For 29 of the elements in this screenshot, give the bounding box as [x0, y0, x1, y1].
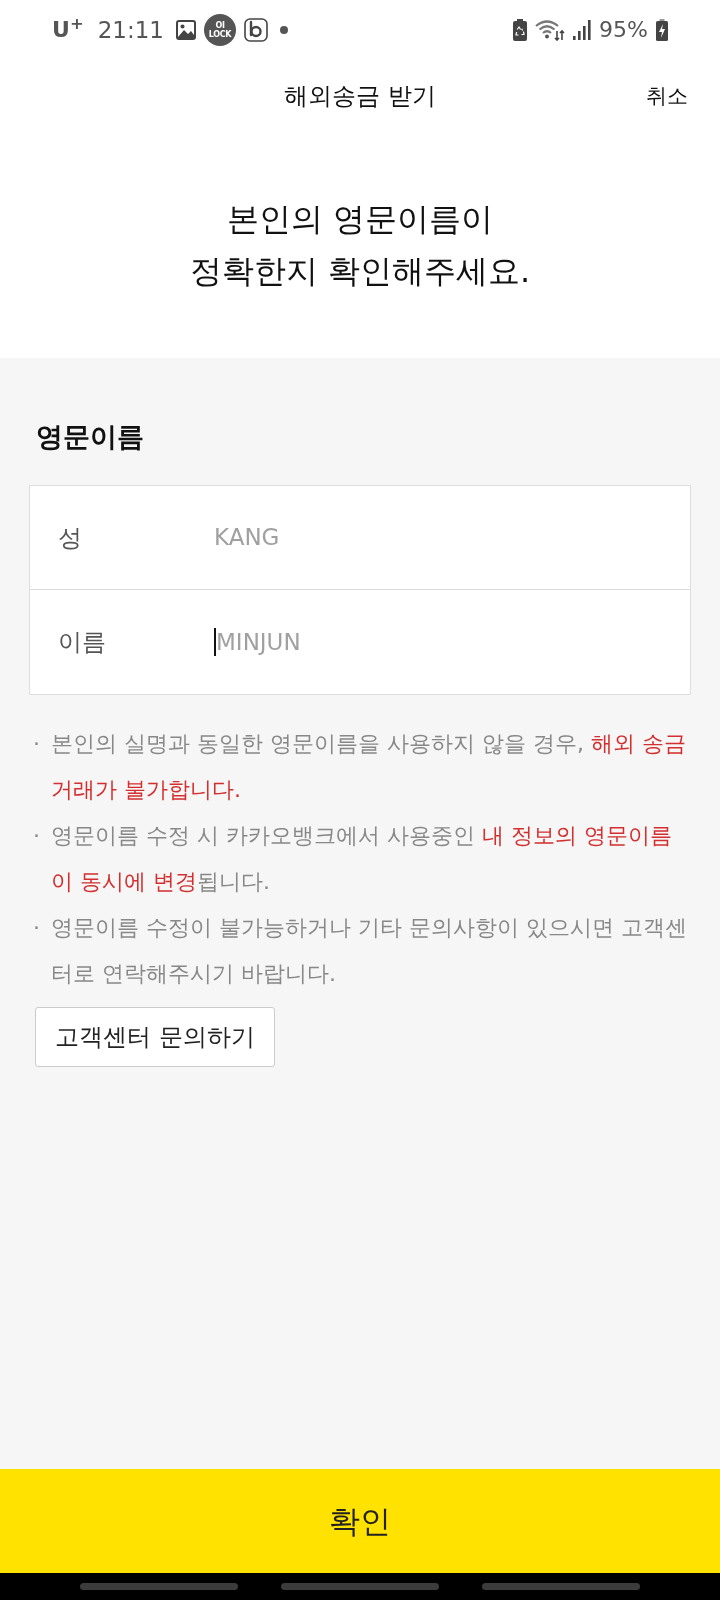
nav-handle-icon[interactable] — [281, 1583, 439, 1590]
cancel-button[interactable]: 취소 — [646, 81, 688, 111]
clock-text: 21:11 — [97, 18, 164, 42]
notification-dot-icon — [280, 26, 288, 34]
app-badge: OI LOCK — [204, 14, 236, 46]
notice-text: 영문이름 수정이 불가능하거나 기타 문의사항이 있으시면 고객센터로 연락해주시기 바랍니다. — [51, 914, 688, 988]
page-title: 해외송금 받기 — [284, 81, 436, 112]
field-label: 성 — [58, 522, 83, 554]
gallery-icon — [176, 20, 196, 40]
heading-text: 본인의 영문이름이 — [226, 199, 494, 240]
bullet-text: · — [32, 822, 41, 850]
nav-handle-icon[interactable] — [482, 1583, 640, 1590]
wifi-icon — [535, 19, 566, 41]
battery-charging-icon — [656, 19, 668, 41]
section-title: 영문이름 — [36, 420, 144, 454]
support-button[interactable]: 고객센터 문의하기 — [35, 1007, 275, 1067]
field-label: 이름 — [58, 627, 107, 658]
battery-percent-text: 95% — [599, 19, 648, 41]
notice-text: 영문이름 수정 시 카카오뱅크에서 사용중인 내 정보의 영문이름이 동시에 변경 됩니다. — [51, 822, 673, 896]
heading-text: 정확한지 확인해주세요. — [189, 251, 531, 292]
confirm-button[interactable]: 확인 — [0, 1469, 720, 1573]
battery-recycle-icon — [513, 19, 528, 41]
carrier-text: U$^{+}$ — [52, 19, 84, 41]
bullet-text: · — [32, 730, 41, 758]
nav-handle-icon[interactable] — [80, 1583, 238, 1590]
notice-text: 본인의 실명과 동일한 영문이름을 사용하지 않을 경우, 해외 송금 거래가 불가합니다. — [51, 730, 687, 804]
signal-icon — [573, 20, 592, 40]
bullet-text: · — [32, 914, 41, 942]
app-logo-icon — [244, 18, 268, 42]
